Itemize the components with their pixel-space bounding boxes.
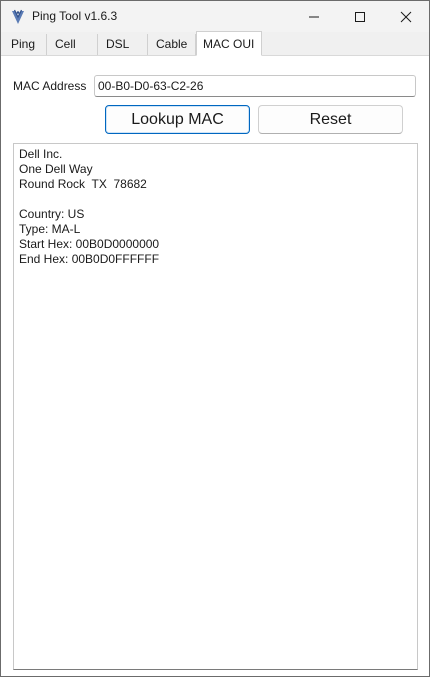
result-line <box>19 192 412 207</box>
reset-button[interactable]: Reset <box>258 105 403 134</box>
result-output-box[interactable]: Dell Inc. One Dell Way Round Rock TX 786… <box>13 143 418 670</box>
app-window: Ping Tool v1.6.3 Ping Cell DSL Cable MAC… <box>0 0 430 677</box>
result-line: End Hex: 00B0D0FFFFFF <box>19 252 160 266</box>
result-line: Dell Inc. <box>19 147 63 161</box>
minimize-icon <box>309 16 319 18</box>
mac-address-label: MAC Address <box>13 79 87 93</box>
minimize-button[interactable] <box>291 1 337 32</box>
tab-cable[interactable]: Cable <box>148 34 196 55</box>
result-line: One Dell Way <box>19 162 93 176</box>
app-logo-icon <box>10 9 26 25</box>
window-title: Ping Tool v1.6.3 <box>32 9 118 23</box>
tab-dsl[interactable]: DSL <box>98 34 148 55</box>
result-line: Start Hex: 00B0D0000000 <box>19 237 160 251</box>
close-button[interactable] <box>383 1 429 32</box>
maximize-button[interactable] <box>337 1 383 32</box>
result-line: Type: MA-L <box>19 222 81 236</box>
result-line: Country: US <box>19 207 85 221</box>
title-bar[interactable]: Ping Tool v1.6.3 <box>1 1 429 32</box>
tab-ping[interactable]: Ping <box>3 34 47 55</box>
close-icon <box>400 11 412 23</box>
result-line: Round Rock TX 78682 <box>19 177 147 191</box>
tab-mac-oui[interactable]: MAC OUI <box>196 31 262 56</box>
mac-address-input[interactable] <box>94 75 416 97</box>
maximize-icon <box>355 12 365 22</box>
lookup-mac-button[interactable]: Lookup MAC <box>105 105 250 134</box>
tab-cell[interactable]: Cell <box>47 34 98 55</box>
